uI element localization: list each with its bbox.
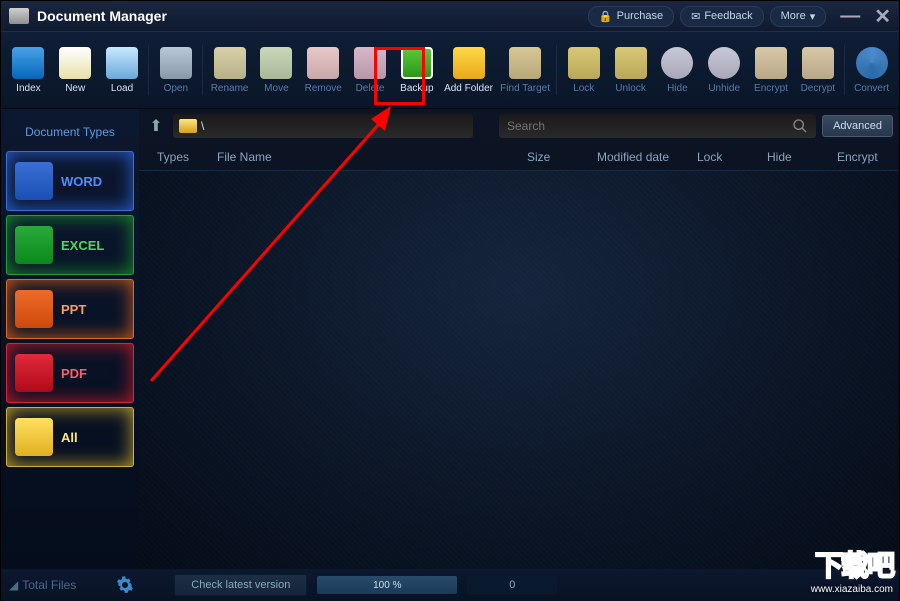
unhide-button[interactable]: Unhide (701, 35, 748, 105)
unlock-button[interactable]: Unlock (607, 35, 654, 105)
total-files-label: ◢Total Files (9, 578, 76, 592)
sidebar: Document Types WORD EXCEL PPT PDF All (1, 109, 139, 569)
backup-icon (401, 47, 433, 79)
find-target-icon (509, 47, 541, 79)
window-title: Document Manager (37, 8, 582, 24)
toolbar-separator (148, 45, 149, 95)
convert-icon (856, 47, 888, 79)
type-pdf-button[interactable]: PDF (6, 343, 134, 403)
hide-icon (661, 47, 693, 79)
new-button[interactable]: New (52, 35, 99, 105)
toolbar-separator (202, 45, 203, 95)
rename-icon (214, 47, 246, 79)
encrypt-button[interactable]: Encrypt (748, 35, 795, 105)
up-button[interactable]: ⬆ (145, 115, 167, 137)
titlebar: Document Manager 🔒Purchase ✉Feedback Mor… (1, 1, 899, 31)
add-folder-button[interactable]: Add Folder (440, 35, 497, 105)
encrypt-icon (755, 47, 787, 79)
search-icon (792, 118, 808, 134)
type-all-button[interactable]: All (6, 407, 134, 467)
count-display: 0 (467, 576, 557, 594)
index-button[interactable]: Index (5, 35, 52, 105)
sidebar-title: Document Types (5, 125, 135, 139)
close-button[interactable]: ✕ (874, 4, 891, 29)
remove-icon (307, 47, 339, 79)
open-button[interactable]: Open (152, 35, 199, 105)
toolbar-separator (556, 45, 557, 95)
unlock-icon (615, 47, 647, 79)
move-button[interactable]: Move (253, 35, 300, 105)
pathbar: ⬆ \ Advanced (139, 109, 899, 143)
progress-bar: 100 % (317, 576, 457, 594)
type-word-button[interactable]: WORD (6, 151, 134, 211)
decrypt-icon (802, 47, 834, 79)
type-ppt-button[interactable]: PPT (6, 279, 134, 339)
folder-icon (179, 119, 197, 133)
folder-icon (15, 418, 53, 456)
lock-icon: 🔒 (599, 10, 613, 23)
ppt-icon (15, 290, 53, 328)
delete-button[interactable]: Delete (347, 35, 394, 105)
find-target-button[interactable]: Find Target (497, 35, 554, 105)
watermark: 下载吧 www.xiazaiba.com (811, 544, 893, 595)
col-encrypt[interactable]: Encrypt (829, 150, 889, 164)
word-icon (15, 162, 53, 200)
type-excel-button[interactable]: EXCEL (6, 215, 134, 275)
toolbar: Index New Load Open Rename Move Remove D… (1, 31, 899, 109)
rename-button[interactable]: Rename (206, 35, 253, 105)
chevron-down-icon: ▾ (810, 10, 816, 23)
excel-icon (15, 226, 53, 264)
mail-icon: ✉ (691, 10, 700, 23)
decrypt-button[interactable]: Decrypt (794, 35, 841, 105)
main-panel: ⬆ \ Advanced Types File Name Size Modifi… (139, 109, 899, 569)
load-icon (106, 47, 138, 79)
backup-button[interactable]: Backup (393, 35, 440, 105)
remove-button[interactable]: Remove (300, 35, 347, 105)
advanced-button[interactable]: Advanced (822, 115, 893, 137)
minimize-button[interactable]: — (840, 5, 860, 28)
lock-icon (568, 47, 600, 79)
col-hide[interactable]: Hide (759, 150, 829, 164)
col-modified[interactable]: Modified date (589, 150, 689, 164)
purchase-button[interactable]: 🔒Purchase (588, 6, 674, 27)
more-button[interactable]: More▾ (770, 6, 827, 27)
col-filename[interactable]: File Name (209, 150, 519, 164)
statusbar: ◢Total Files Check latest version 100 % … (1, 569, 899, 601)
col-size[interactable]: Size (519, 150, 589, 164)
settings-button[interactable] (116, 576, 134, 594)
path-input[interactable]: \ (173, 114, 473, 138)
convert-button[interactable]: Convert (848, 35, 895, 105)
file-list-area[interactable] (139, 171, 899, 569)
col-types[interactable]: Types (149, 150, 209, 164)
open-icon (160, 47, 192, 79)
search-input[interactable] (499, 114, 816, 138)
check-version-button[interactable]: Check latest version (174, 574, 307, 596)
pdf-icon (15, 354, 53, 392)
feedback-button[interactable]: ✉Feedback (680, 6, 764, 27)
move-icon (260, 47, 292, 79)
chart-icon: ◢ (9, 578, 18, 592)
search-field[interactable] (507, 119, 792, 133)
col-lock[interactable]: Lock (689, 150, 759, 164)
delete-icon (354, 47, 386, 79)
index-icon (12, 47, 44, 79)
lock-button[interactable]: Lock (560, 35, 607, 105)
new-icon (59, 47, 91, 79)
path-text: \ (201, 119, 204, 133)
app-icon (9, 8, 29, 24)
hide-button[interactable]: Hide (654, 35, 701, 105)
toolbar-separator (844, 45, 845, 95)
unhide-icon (708, 47, 740, 79)
add-folder-icon (453, 47, 485, 79)
load-button[interactable]: Load (99, 35, 146, 105)
column-headers: Types File Name Size Modified date Lock … (139, 143, 899, 171)
